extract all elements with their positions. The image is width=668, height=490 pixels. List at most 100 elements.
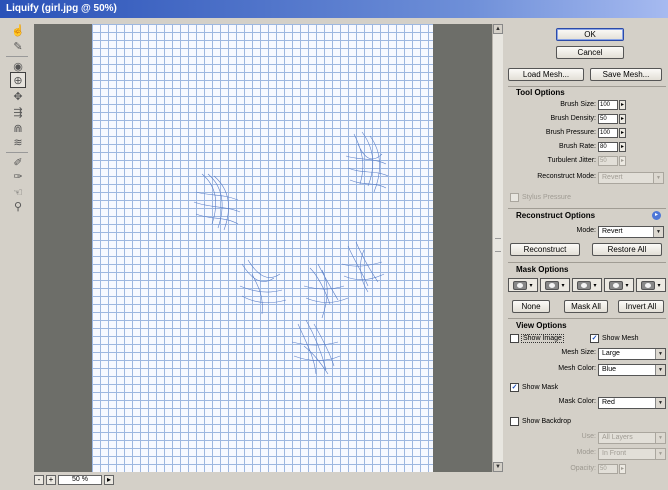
mesh-size-value: Large — [602, 350, 620, 357]
distortion-mesh[interactable] — [92, 24, 433, 472]
brush-rate-arrow-icon[interactable]: ▸ — [619, 142, 626, 152]
toolbox-divider — [6, 56, 28, 57]
show-image-label[interactable]: Show Image — [521, 334, 564, 343]
mask-color-label: Mask Color: — [558, 398, 596, 405]
reconstruct-button[interactable]: Reconstruct — [510, 243, 580, 256]
thaw-mask-tool-icon[interactable]: ✑ — [10, 168, 26, 184]
show-backdrop-checkbox[interactable] — [510, 417, 519, 426]
show-mask-label[interactable]: Show Mask — [522, 384, 558, 391]
stylus-pressure-checkbox — [510, 193, 519, 202]
intersect-mask-button[interactable]: ▾ — [604, 278, 634, 292]
mesh-size-select[interactable]: Large ▼ — [598, 348, 666, 360]
zoom-in-button[interactable]: + — [46, 475, 56, 485]
backdrop-mode-value: In Front — [602, 450, 627, 457]
chevron-down-icon: ▼ — [653, 173, 663, 183]
chevron-down-icon: ▼ — [655, 349, 665, 359]
ok-button[interactable]: OK — [556, 28, 624, 41]
show-mesh-checkbox[interactable]: ✓ — [590, 334, 599, 343]
show-image-checkbox[interactable] — [510, 334, 519, 343]
add-to-mask-button[interactable]: ▾ — [540, 278, 570, 292]
zoom-tool-icon[interactable]: ⚲ — [10, 198, 26, 214]
invert-selection-mask-button[interactable]: ▾ — [636, 278, 666, 292]
zoom-menu-arrow-icon[interactable]: ▸ — [104, 475, 114, 485]
brush-rate-field[interactable]: 80 — [598, 142, 618, 152]
mesh-color-label: Mesh Color: — [558, 365, 596, 372]
save-mesh-button[interactable]: Save Mesh... — [590, 68, 662, 81]
divider — [508, 86, 666, 87]
reconstruct-mode-label: Reconstruct Mode: — [537, 173, 596, 180]
reconstruct-tool-icon[interactable]: ✎ — [10, 38, 26, 54]
toolbox-divider — [6, 152, 28, 153]
chevron-down-icon: ▼ — [655, 365, 665, 375]
brush-size-field[interactable]: 100 — [598, 100, 618, 110]
push-left-tool-icon[interactable]: ⇶ — [10, 104, 26, 120]
chevron-down-icon: ▼ — [655, 398, 665, 408]
scroll-down-arrow-icon[interactable]: ▼ — [493, 462, 503, 472]
cancel-button[interactable]: Cancel — [556, 46, 624, 59]
window-title: Liquify (girl.jpg @ 50%) — [0, 0, 668, 18]
forward-warp-tool-icon[interactable]: ☝ — [10, 22, 26, 38]
load-mesh-button[interactable]: Load Mesh... — [508, 68, 584, 81]
brush-density-label: Brush Density: — [550, 115, 596, 122]
show-mask-checkbox[interactable]: ✓ — [510, 383, 519, 392]
mesh-color-select[interactable]: Blue ▼ — [598, 364, 666, 376]
brush-size-label: Brush Size: — [560, 101, 596, 108]
mask-none-button[interactable]: None — [512, 300, 550, 313]
show-backdrop-label[interactable]: Show Backdrop — [522, 418, 571, 425]
view-options-title: View Options — [516, 321, 567, 330]
zoom-out-button[interactable]: - — [34, 475, 44, 485]
mask-intersect-icon — [609, 280, 624, 290]
brush-rate-label: Brush Rate: — [559, 143, 596, 150]
reconstruct-mode-label-2: Mode: — [576, 227, 596, 234]
brush-pressure-arrow-icon[interactable]: ▸ — [619, 128, 626, 138]
brush-size-arrow-icon[interactable]: ▸ — [619, 100, 626, 110]
invert-all-button[interactable]: Invert All — [618, 300, 664, 313]
reconstruct-options-mode-select[interactable]: Revert ▼ — [598, 226, 664, 238]
scroll-grip[interactable] — [495, 238, 501, 252]
opacity-field: 50 — [598, 464, 618, 474]
mesh-size-label: Mesh Size: — [561, 349, 596, 356]
mask-subtract-icon — [577, 280, 592, 290]
stylus-pressure-label: Stylus Pressure — [522, 194, 572, 201]
backdrop-mode-label: Mode: — [576, 449, 596, 456]
reconstruct-mode-value: Revert — [602, 174, 623, 181]
backdrop-use-value: All Layers — [602, 434, 633, 441]
zoom-controls: - + 50 % ▸ — [34, 474, 500, 486]
scroll-up-arrow-icon[interactable]: ▲ — [493, 24, 503, 34]
brush-pressure-field[interactable]: 100 — [598, 128, 618, 138]
brush-density-field[interactable]: 50 — [598, 114, 618, 124]
preview-canvas[interactable] — [34, 24, 500, 472]
reconstruct-options-title: Reconstruct Options — [516, 211, 596, 220]
mask-color-select[interactable]: Red ▼ — [598, 397, 666, 409]
mesh-color-value: Blue — [602, 366, 617, 373]
panel-menu-icon[interactable]: ▸ — [652, 211, 661, 220]
vertical-scrollbar[interactable]: ▲ ▼ — [492, 24, 503, 472]
mask-all-button[interactable]: Mask All — [564, 300, 608, 313]
divider — [508, 208, 666, 209]
tool-options-title: Tool Options — [516, 88, 565, 97]
turbulent-jitter-label: Turbulent Jitter: — [547, 157, 596, 164]
brush-density-arrow-icon[interactable]: ▸ — [619, 114, 626, 124]
turbulent-jitter-field: 50 — [598, 156, 618, 166]
mask-replace-icon — [513, 280, 528, 290]
reconstruct-mode-select: Revert ▼ — [598, 172, 664, 184]
turbulence-tool-icon[interactable]: ≋ — [10, 134, 26, 150]
zoom-level-field[interactable]: 50 % — [58, 475, 102, 485]
chevron-down-icon: ▼ — [653, 227, 663, 237]
chevron-down-icon: ▼ — [655, 433, 665, 443]
replace-selection-mask-button[interactable]: ▾ — [508, 278, 538, 292]
bloat-tool-icon[interactable]: ✥ — [10, 88, 26, 104]
restore-all-button[interactable]: Restore All — [592, 243, 662, 256]
mask-add-icon — [545, 280, 560, 290]
mask-color-value: Red — [602, 399, 615, 406]
subtract-from-mask-button[interactable]: ▾ — [572, 278, 602, 292]
turbulent-jitter-arrow-icon: ▸ — [619, 156, 626, 166]
divider — [508, 262, 666, 263]
show-mesh-label[interactable]: Show Mesh — [602, 335, 639, 342]
reconstruct-options-mode-value: Revert — [602, 228, 623, 235]
pucker-tool-icon[interactable]: ⊕ — [10, 72, 26, 88]
mesh-distortions — [193, 131, 389, 375]
brush-pressure-label: Brush Pressure: — [545, 129, 596, 136]
opacity-label: Opacity: — [570, 465, 596, 472]
options-panel: OK Cancel Load Mesh... Save Mesh... Tool… — [504, 18, 668, 490]
